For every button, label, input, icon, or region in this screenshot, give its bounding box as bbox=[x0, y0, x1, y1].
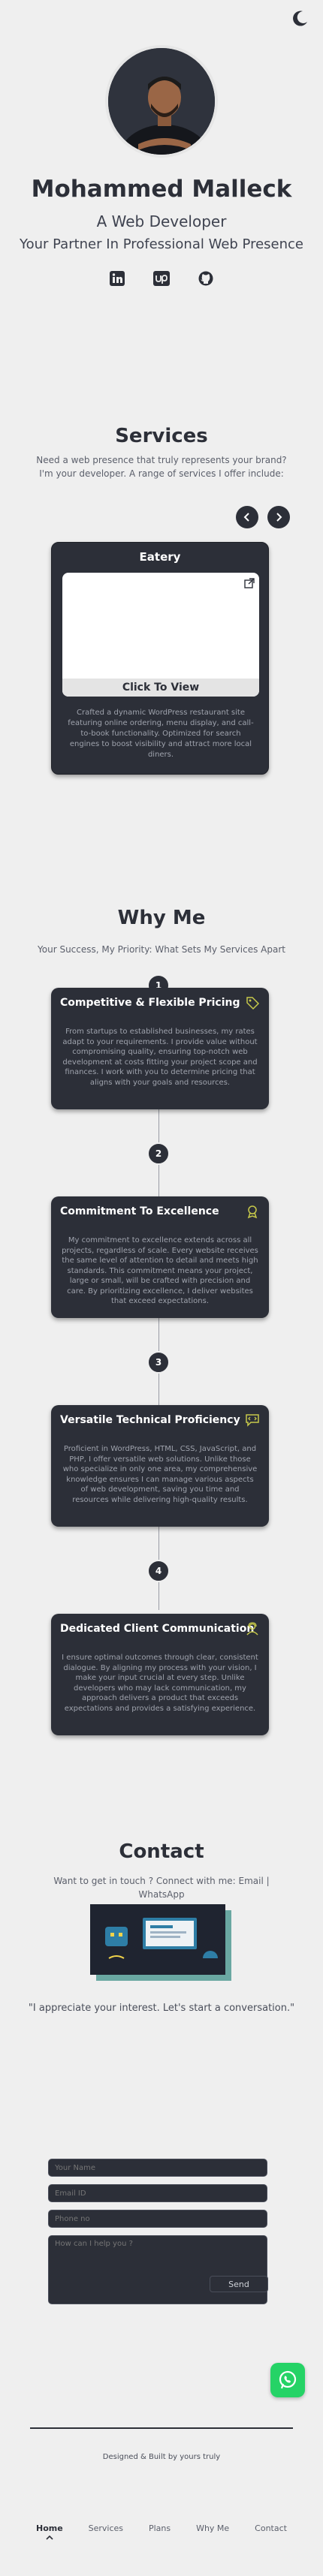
nav-item-services[interactable]: Services bbox=[89, 2523, 123, 2533]
reason-text: I ensure optimal outcomes through clear,… bbox=[62, 1654, 258, 1713]
why-me-title: Why Me bbox=[117, 907, 206, 929]
contact-illustration bbox=[90, 1904, 233, 1983]
send-button[interactable]: Send bbox=[210, 2276, 268, 2292]
bottom-nav: Home Services Plans Why Me Contact bbox=[36, 2523, 287, 2540]
name-field[interactable] bbox=[48, 2159, 267, 2177]
nav-label: Home bbox=[36, 2523, 63, 2533]
chevron-right-icon[interactable] bbox=[267, 506, 290, 528]
whatsapp-icon[interactable] bbox=[270, 2363, 305, 2397]
nav-item-contact[interactable]: Contact bbox=[255, 2523, 287, 2533]
contact-subtitle: Want to get in touch ? Connect with me: … bbox=[53, 1876, 270, 1900]
linkedin-icon[interactable] bbox=[109, 270, 125, 287]
upwork-icon[interactable] bbox=[153, 270, 170, 287]
github-icon[interactable] bbox=[198, 270, 214, 287]
step-4-marker: 4 bbox=[147, 1560, 170, 1582]
footer-credit: Designed & Built by yours truly bbox=[102, 2453, 221, 2461]
hero-tagline: Your Partner In Professional Web Presenc… bbox=[19, 236, 304, 252]
code-chat-icon bbox=[245, 1413, 260, 1428]
medal-icon bbox=[245, 1204, 260, 1219]
step-3-marker: 3 bbox=[147, 1351, 170, 1374]
nav-label: Plans bbox=[148, 2523, 171, 2533]
reason-text: My commitment to excellence extends acro… bbox=[62, 1236, 258, 1305]
nav-label: Contact bbox=[255, 2523, 287, 2533]
phone-field[interactable] bbox=[48, 2210, 267, 2228]
reason-card-communication: Dedicated Client Communication I ensure … bbox=[51, 1614, 269, 1735]
services-subtitle: Need a web presence that truly represent… bbox=[36, 455, 287, 479]
project-title: Eatery bbox=[139, 550, 181, 564]
support-person-icon bbox=[245, 1621, 260, 1636]
chevron-up-icon bbox=[46, 2535, 53, 2540]
project-preview[interactable]: Click To View bbox=[62, 573, 259, 697]
nav-item-plans[interactable]: Plans bbox=[149, 2523, 171, 2533]
reason-title: Commitment To Excellence bbox=[60, 1205, 219, 1217]
services-title: Services bbox=[115, 425, 208, 447]
contact-quote: "I appreciate your interest. Let's start… bbox=[28, 2003, 295, 2014]
hero-name: Mohammed Malleck bbox=[31, 176, 292, 203]
footer-divider bbox=[30, 2427, 293, 2429]
hero-role: A Web Developer bbox=[96, 212, 227, 230]
reason-text: From startups to established businesses,… bbox=[62, 1028, 258, 1087]
reason-title: Versatile Technical Proficiency bbox=[60, 1414, 240, 1426]
reason-text: Proficient in WordPress, HTML, CSS, Java… bbox=[62, 1445, 258, 1504]
click-to-view-button[interactable]: Click To View bbox=[62, 679, 259, 697]
social-links bbox=[109, 270, 214, 287]
reason-card-pricing: Competitive & Flexible Pricing From star… bbox=[51, 988, 269, 1109]
nav-label: Why Me bbox=[196, 2523, 230, 2533]
step-2-marker: 2 bbox=[147, 1142, 170, 1165]
message-field[interactable] bbox=[48, 2235, 267, 2304]
external-link-icon[interactable] bbox=[244, 577, 255, 588]
project-card[interactable]: Eatery Click To View Crafted a dynamic W… bbox=[51, 542, 269, 775]
why-me-subtitle: Your Success, My Priority: What Sets My … bbox=[38, 944, 285, 955]
reason-title: Dedicated Client Communication bbox=[60, 1623, 255, 1635]
price-tag-icon bbox=[245, 995, 260, 1010]
contact-title: Contact bbox=[119, 1840, 204, 1863]
project-description: Crafted a dynamic WordPress restaurant s… bbox=[68, 709, 254, 759]
email-field[interactable] bbox=[48, 2184, 267, 2202]
nav-label: Services bbox=[88, 2523, 124, 2533]
reason-title: Competitive & Flexible Pricing bbox=[60, 997, 240, 1009]
nav-item-home[interactable]: Home bbox=[36, 2523, 63, 2540]
moon-icon[interactable] bbox=[290, 9, 309, 29]
reason-card-excellence: Commitment To Excellence My commitment t… bbox=[51, 1196, 269, 1318]
avatar bbox=[105, 45, 218, 158]
reason-card-proficiency: Versatile Technical Proficiency Proficie… bbox=[51, 1405, 269, 1527]
nav-item-why-me[interactable]: Why Me bbox=[196, 2523, 229, 2533]
chevron-left-icon[interactable] bbox=[236, 506, 258, 528]
